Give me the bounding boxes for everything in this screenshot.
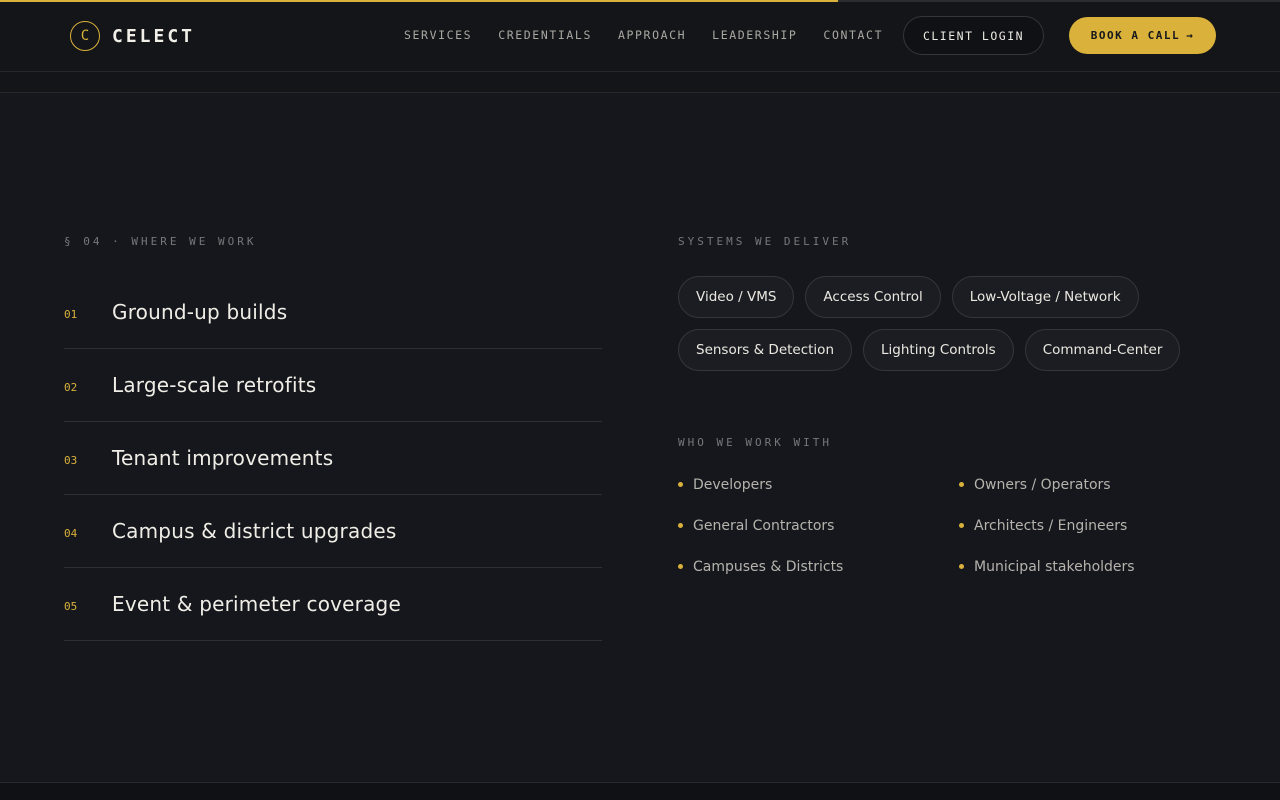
item-number: 04 [64,527,78,540]
logo-text: CELECT [112,25,196,47]
nav-approach[interactable]: APPROACH [618,28,686,42]
chip-row: Sensors & Detection Lighting Controls Co… [678,329,1238,371]
item-number: 02 [64,381,78,394]
item-label: General Contractors [693,517,835,534]
list-item: 04 Campus & district upgrades [64,495,602,568]
list-item: 05 Event & perimeter coverage [64,568,602,641]
list-item: Developers [678,474,959,495]
who-we-work-with-list: Developers Owners / Operators General Co… [678,474,1238,577]
list-item: 03 Tenant improvements [64,422,602,495]
chip-video-vms[interactable]: Video / VMS [678,276,795,318]
next-section-edge [0,782,1280,800]
chip-lighting-controls[interactable]: Lighting Controls [863,329,1014,371]
systems-chips: Video / VMS Access Control Low-Voltage /… [678,276,1238,382]
list-item: 02 Large-scale retrofits [64,349,602,422]
logo-mark-icon: C [70,21,100,51]
client-login-label: CLIENT LOGIN [922,28,1025,43]
chip-access-control[interactable]: Access Control [805,276,941,318]
nav-credentials[interactable]: CREDENTIALS [498,28,592,42]
book-a-call-button[interactable]: BOOK A CALL → [1069,17,1216,54]
item-label: Event & perimeter coverage [112,592,401,616]
item-label: Developers [693,476,773,493]
chip-command-center[interactable]: Command-Center [1024,329,1181,371]
nav-leadership[interactable]: LEADERSHIP [712,28,797,42]
item-label: Campus & district upgrades [112,519,397,543]
client-login-button[interactable]: CLIENT LOGIN [903,16,1044,55]
bullet-dot-icon [678,482,683,487]
site-header: C CELECT SERVICES CREDENTIALS APPROACH L… [0,2,1280,72]
list-item: General Contractors [678,515,959,536]
item-number: 03 [64,454,78,467]
main-nav: SERVICES CREDENTIALS APPROACH LEADERSHIP… [404,28,883,42]
item-label: Tenant improvements [112,446,334,470]
who-we-work-with-eyebrow: WHO WE WORK WITH [678,436,832,449]
where-we-work-eyebrow: § 04 · WHERE WE WORK [64,235,257,248]
list-item: Architects / Engineers [959,515,1238,536]
list-item: Municipal stakeholders [959,556,1238,577]
chip-low-voltage-network[interactable]: Low-Voltage / Network [951,276,1139,318]
list-item: Owners / Operators [959,474,1238,495]
item-number: 01 [64,308,78,321]
chip-row: Video / VMS Access Control Low-Voltage /… [678,276,1238,318]
bullet-dot-icon [959,482,964,487]
item-label: Ground-up builds [112,300,288,324]
bullet-dot-icon [959,564,964,569]
arrow-right-icon: → [1186,29,1195,42]
nav-contact[interactable]: CONTACT [823,28,883,42]
bullet-dot-icon [678,523,683,528]
header-subbar [0,72,1280,93]
item-label: Owners / Operators [974,476,1111,493]
logo[interactable]: C CELECT [70,21,195,51]
systems-eyebrow: SYSTEMS WE DELIVER [678,235,852,248]
item-number: 05 [64,600,78,613]
item-label: Municipal stakeholders [974,558,1135,575]
list-item: 01 Ground-up builds [64,276,602,349]
list-item: Campuses & Districts [678,556,959,577]
nav-services[interactable]: SERVICES [404,28,472,42]
item-label: Architects / Engineers [974,517,1128,534]
item-label: Large-scale retrofits [112,373,317,397]
where-we-work-list: 01 Ground-up builds 02 Large-scale retro… [64,276,602,641]
book-a-call-label: BOOK A CALL [1090,29,1181,42]
chip-sensors-detection[interactable]: Sensors & Detection [678,329,852,371]
bullet-dot-icon [959,523,964,528]
bullet-dot-icon [678,564,683,569]
item-label: Campuses & Districts [693,558,844,575]
